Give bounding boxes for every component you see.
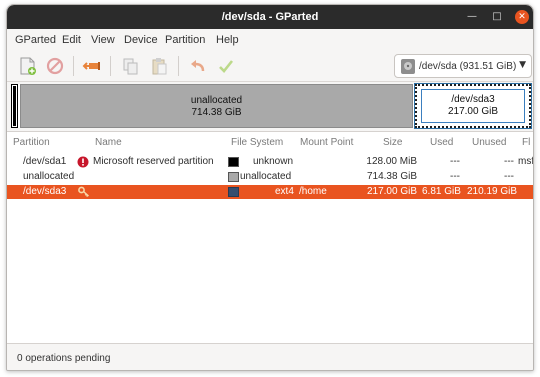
apply-icon[interactable] — [215, 55, 237, 77]
undo-icon[interactable] — [187, 55, 209, 77]
chevron-down-icon: ▼ — [519, 60, 526, 70]
table-row[interactable]: unallocated unallocated 714.38 GiB --- -… — [7, 170, 533, 184]
col-mount-point[interactable]: Mount Point — [300, 137, 353, 148]
flags-cell: msf — [518, 156, 534, 167]
mount-point-cell: /home — [299, 186, 327, 197]
col-name[interactable]: Name — [95, 137, 122, 148]
fs-color-swatch — [228, 157, 239, 167]
device-label: /dev/sda (931.51 GiB) — [419, 61, 517, 72]
unused-cell: --- — [504, 171, 514, 182]
operations-pending: 0 operations pending — [17, 353, 111, 364]
gparted-window: /dev/sda - GParted — □ ✕ GParted Edit Vi… — [6, 4, 534, 371]
window-title: /dev/sda - GParted — [221, 11, 319, 23]
disk-map-sda3[interactable]: /dev/sda3 217.00 GiB — [414, 83, 532, 129]
disk-map: unallocated 714.38 GiB /dev/sda3 217.00 … — [11, 83, 532, 129]
col-flags[interactable]: Fl — [522, 137, 530, 148]
filesystem-cell: ext4 — [275, 186, 294, 197]
new-partition-icon[interactable] — [16, 55, 38, 77]
menu-device[interactable]: Device — [124, 34, 158, 46]
close-icon[interactable]: ✕ — [515, 10, 529, 24]
col-partition[interactable]: Partition — [13, 137, 50, 148]
fs-color-swatch — [228, 187, 239, 197]
error-icon — [77, 156, 89, 168]
partition-table: Partition Name File System Mount Point S… — [7, 131, 533, 344]
sda3-size: 217.00 GiB — [447, 106, 499, 117]
key-icon — [78, 186, 90, 198]
col-unused[interactable]: Unused — [472, 137, 506, 148]
unused-cell: --- — [504, 156, 514, 167]
table-row[interactable]: /dev/sda1 Microsoft reserved partition u… — [7, 155, 533, 169]
disk-icon — [401, 59, 415, 74]
menu-view[interactable]: View — [91, 34, 115, 46]
menu-gparted[interactable]: GParted — [15, 34, 56, 46]
name-cell: Microsoft reserved partition — [93, 156, 214, 167]
filesystem-cell: unknown — [253, 156, 294, 167]
partition-cell: /dev/sda1 — [23, 156, 67, 167]
disk-map-unallocated[interactable]: unallocated 714.38 GiB — [20, 84, 413, 128]
title-bar[interactable]: /dev/sda - GParted — □ ✕ — [7, 5, 533, 29]
menu-edit[interactable]: Edit — [62, 34, 81, 46]
device-selector[interactable]: /dev/sda (931.51 GiB) ▼ — [394, 54, 532, 78]
copy-icon[interactable] — [119, 55, 141, 77]
minimize-icon[interactable]: — — [465, 10, 479, 24]
unused-cell: 210.19 GiB — [467, 186, 518, 197]
filesystem-cell: unallocated — [240, 171, 292, 182]
maximize-icon[interactable]: □ — [490, 10, 504, 24]
sda3-label: /dev/sda3 — [451, 94, 495, 105]
table-row-selected[interactable]: /dev/sda3 ext4 /home 217.00 GiB 6.81 GiB… — [7, 185, 533, 199]
used-cell: --- — [450, 156, 460, 167]
unallocated-size: 714.38 GiB — [191, 107, 242, 118]
used-cell: 6.81 GiB — [422, 186, 461, 197]
size-cell: 217.00 GiB — [366, 186, 417, 197]
used-cell: --- — [450, 171, 460, 182]
partition-cell: unallocated — [23, 171, 75, 182]
resize-move-icon[interactable] — [81, 55, 103, 77]
col-size[interactable]: Size — [383, 137, 402, 148]
col-filesystem[interactable]: File System — [231, 137, 283, 148]
menu-bar: GParted Edit View Device Partition Help — [7, 31, 533, 49]
menu-partition[interactable]: Partition — [165, 34, 205, 46]
unallocated-label: unallocated — [190, 95, 243, 106]
paste-icon[interactable] — [148, 55, 170, 77]
size-cell: 714.38 GiB — [366, 171, 417, 182]
menu-help[interactable]: Help — [216, 34, 239, 46]
disk-map-sda1[interactable] — [11, 84, 18, 128]
partition-cell: /dev/sda3 — [23, 186, 67, 197]
status-bar: 0 operations pending — [7, 345, 533, 370]
fs-color-swatch — [228, 172, 239, 182]
delete-partition-icon[interactable] — [44, 55, 66, 77]
col-used[interactable]: Used — [430, 137, 453, 148]
size-cell: 128.00 MiB — [366, 156, 417, 167]
